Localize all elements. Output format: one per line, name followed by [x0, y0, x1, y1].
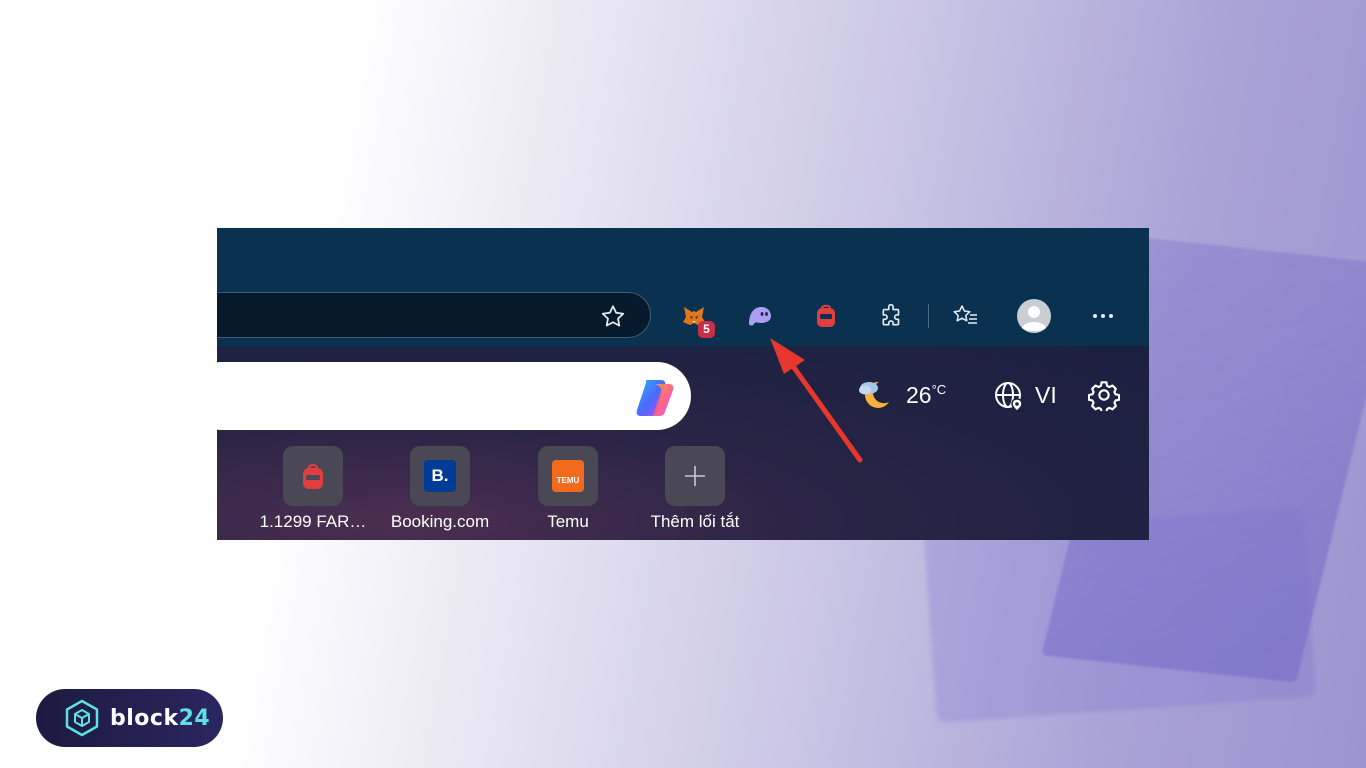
address-bar[interactable]: [217, 292, 651, 338]
temu-icon: TEMU: [552, 460, 584, 492]
brand-name: block24: [110, 706, 210, 731]
favorites-icon[interactable]: [950, 301, 980, 331]
shortcut-label: Thêm lối tắt: [650, 512, 740, 531]
block24-cube-icon: [65, 699, 99, 737]
extensions-puzzle-icon[interactable]: [877, 301, 907, 331]
profile-avatar-icon[interactable]: [1017, 299, 1051, 333]
shortcut-label: Booking.com: [390, 512, 490, 531]
language-label[interactable]: VI: [1035, 382, 1057, 409]
shortcut-tile-booking[interactable]: B.: [410, 446, 470, 506]
backpack-icon: [303, 463, 323, 489]
temperature-unit: °C: [931, 382, 947, 397]
temperature[interactable]: 26°C: [906, 382, 946, 409]
weather-moon-cloud-icon: [859, 381, 889, 408]
settings-gear-icon[interactable]: [1088, 379, 1120, 411]
extension-badge: 5: [698, 321, 715, 338]
temperature-value: 26: [906, 382, 932, 408]
browser-screenshot: 5 26°C VI 1.1299 FAR… B. Booking.com TEM…: [217, 228, 1149, 540]
shortcut-label: Temu: [547, 512, 589, 531]
phantom-ghost-icon[interactable]: [745, 301, 775, 331]
globe-location-icon[interactable]: [993, 380, 1027, 414]
shortcut-tile-backpack[interactable]: [283, 446, 343, 506]
plus-icon: [685, 466, 705, 486]
block24-logo: block24: [36, 689, 223, 747]
copilot-icon[interactable]: [631, 374, 679, 422]
shortcut-tile-temu[interactable]: TEMU: [538, 446, 598, 506]
booking-icon: B.: [424, 460, 456, 492]
more-menu-icon[interactable]: [1088, 301, 1118, 331]
search-box[interactable]: [217, 362, 691, 430]
brand-name-main: block: [110, 705, 179, 731]
toolbar-separator: [928, 304, 929, 328]
shortcut-label: 1.1299 FAR…: [259, 512, 367, 531]
backpack-icon[interactable]: [811, 301, 841, 331]
shortcut-tile-add[interactable]: [665, 446, 725, 506]
brand-name-accent: 24: [178, 705, 211, 731]
star-icon[interactable]: [599, 303, 627, 331]
